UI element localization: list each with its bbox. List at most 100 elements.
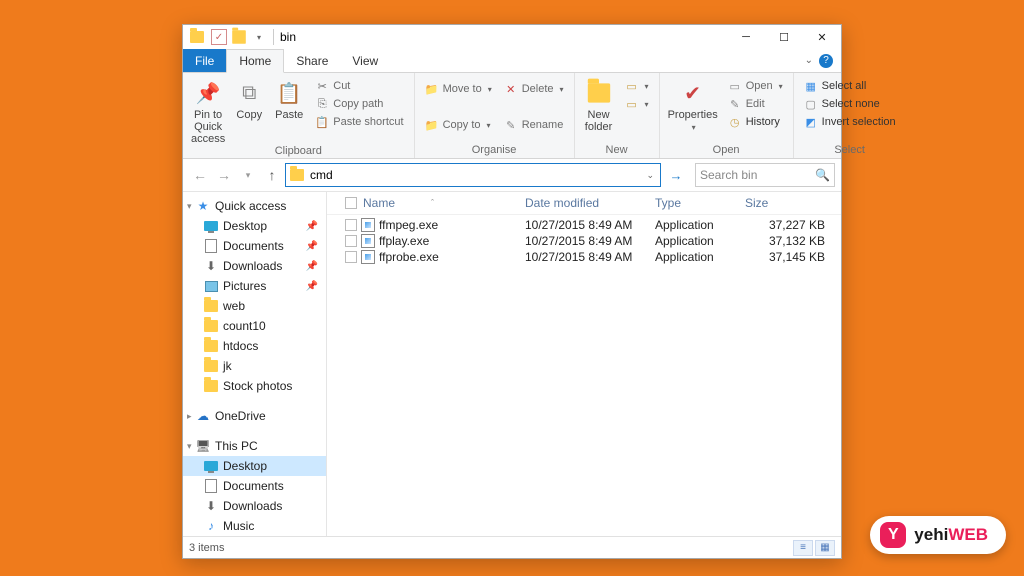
window-controls: ─ ☐ ✕	[727, 25, 841, 49]
file-size: 37,145 KB	[745, 250, 825, 264]
cloud-icon: ☁	[195, 408, 211, 424]
address-bar[interactable]: ⌄	[285, 163, 661, 187]
easy-access-button[interactable]: ▭▾	[621, 96, 653, 112]
nav-downloads[interactable]: ⬇Downloads📌	[183, 256, 326, 276]
maximize-button[interactable]: ☐	[765, 25, 803, 49]
group-label: Open	[664, 144, 789, 158]
search-box[interactable]: Search bin 🔍	[695, 163, 835, 187]
chevron-down-icon: ▾	[487, 121, 491, 130]
row-checkbox[interactable]	[345, 235, 357, 247]
move-to-button[interactable]: 📁Move to▾	[421, 81, 496, 97]
tab-view[interactable]: View	[340, 49, 390, 72]
folder-icon	[203, 318, 219, 334]
qat-new-folder-icon[interactable]	[231, 29, 247, 45]
watermark-badge: Y yehiWEB	[870, 516, 1006, 554]
back-button[interactable]: ←	[189, 163, 211, 187]
chevron-down-icon: ▾	[779, 82, 783, 91]
rename-icon: ✎	[504, 118, 518, 132]
paste-button[interactable]: 📋 Paste	[269, 75, 309, 121]
row-checkbox[interactable]	[345, 251, 357, 263]
tab-file[interactable]: File	[183, 49, 226, 72]
nav-documents[interactable]: Documents📌	[183, 236, 326, 256]
delete-button[interactable]: ✕Delete▾	[500, 81, 568, 97]
select-all-icon: ▦	[804, 79, 818, 93]
qat-dropdown-icon[interactable]: ▾	[251, 29, 267, 45]
new-folder-button[interactable]: New folder	[579, 75, 619, 133]
nav-desktop[interactable]: Desktop📌	[183, 216, 326, 236]
file-row[interactable]: ffplay.exe 10/27/2015 8:49 AM Applicatio…	[327, 233, 841, 249]
copy-to-button[interactable]: 📁Copy to▾	[421, 117, 496, 133]
new-item-button[interactable]: ▭▾	[621, 78, 653, 94]
copy-to-icon: 📁	[425, 118, 439, 132]
close-button[interactable]: ✕	[803, 25, 841, 49]
paste-shortcut-button[interactable]: 📋Paste shortcut	[311, 114, 407, 130]
explorer-window: ✓ ▾ bin ─ ☐ ✕ File Home Share View ⌄ ? 📌	[182, 24, 842, 559]
group-label: Organise	[419, 144, 570, 158]
copy-button[interactable]: ⧉ Copy	[229, 75, 269, 121]
nav-downloads-pc[interactable]: ⬇Downloads	[183, 496, 326, 516]
history-button[interactable]: ◷History	[724, 114, 787, 130]
pin-to-quick-access-button[interactable]: 📌 Pin to Quick access	[187, 75, 229, 145]
minimize-button[interactable]: ─	[727, 25, 765, 49]
nav-count10[interactable]: count10	[183, 316, 326, 336]
view-large-icons-button[interactable]: ▦	[815, 540, 835, 556]
nav-web[interactable]: web	[183, 296, 326, 316]
recent-locations-button[interactable]: ▾	[237, 163, 259, 187]
open-button[interactable]: ▭Open▾	[724, 78, 787, 94]
titlebar: ✓ ▾ bin ─ ☐ ✕	[183, 25, 841, 49]
music-icon: ♪	[203, 518, 219, 534]
expand-icon[interactable]: ▸	[187, 411, 192, 422]
column-name: Nameˆ	[345, 196, 525, 210]
cut-icon: ✂	[315, 79, 329, 93]
ribbon-collapse-icon[interactable]: ⌄	[805, 55, 813, 66]
column-type: Type	[655, 196, 745, 210]
nav-this-pc[interactable]: ▾🖥This PC	[183, 436, 326, 456]
move-to-icon: 📁	[425, 82, 439, 96]
expand-icon[interactable]: ▾	[187, 201, 192, 212]
nav-music[interactable]: ♪Music	[183, 516, 326, 536]
cut-button[interactable]: ✂Cut	[311, 78, 407, 94]
nav-quick-access[interactable]: ▾★Quick access	[183, 196, 326, 216]
select-none-button[interactable]: ▢Select none	[800, 96, 900, 112]
help-icon[interactable]: ?	[819, 54, 833, 68]
nav-desktop-pc[interactable]: Desktop	[183, 456, 326, 476]
rename-button[interactable]: ✎Rename	[500, 117, 568, 133]
row-checkbox[interactable]	[345, 219, 357, 231]
sort-indicator: ˆ	[431, 198, 434, 208]
paste-icon: 📋	[274, 79, 304, 107]
documents-icon	[203, 478, 219, 494]
up-button[interactable]: ↑	[261, 163, 283, 187]
tab-home[interactable]: Home	[226, 49, 284, 73]
nav-stock-photos[interactable]: Stock photos	[183, 376, 326, 396]
open-icon: ▭	[728, 79, 742, 93]
file-row[interactable]: ffmpeg.exe 10/27/2015 8:49 AM Applicatio…	[327, 217, 841, 233]
column-headers[interactable]: Nameˆ Date modified Type Size	[327, 192, 841, 215]
forward-button[interactable]: →	[213, 163, 235, 187]
expand-icon[interactable]: ▾	[187, 441, 192, 452]
nav-pictures[interactable]: Pictures📌	[183, 276, 326, 296]
view-details-button[interactable]: ≡	[793, 540, 813, 556]
address-dropdown-icon[interactable]: ⌄	[640, 170, 660, 181]
search-icon: 🔍	[815, 168, 830, 182]
nav-htdocs[interactable]: htdocs	[183, 336, 326, 356]
go-button[interactable]: →	[665, 163, 687, 187]
properties-button[interactable]: ✔ Properties ▾	[664, 75, 722, 134]
nav-jk[interactable]: jk	[183, 356, 326, 376]
tab-share[interactable]: Share	[284, 49, 340, 72]
file-row[interactable]: ffprobe.exe 10/27/2015 8:49 AM Applicati…	[327, 249, 841, 265]
nav-documents-pc[interactable]: Documents	[183, 476, 326, 496]
pin-icon: 📌	[306, 221, 322, 232]
address-input[interactable]	[308, 168, 640, 182]
qat-properties-icon[interactable]: ✓	[211, 29, 227, 45]
new-item-icon: ▭	[625, 79, 639, 93]
edit-icon: ✎	[728, 97, 742, 111]
invert-selection-button[interactable]: ◩Invert selection	[800, 114, 900, 130]
edit-button[interactable]: ✎Edit	[724, 96, 787, 112]
copy-path-button[interactable]: ⎘Copy path	[311, 96, 407, 112]
select-all-button[interactable]: ▦Select all	[800, 78, 900, 94]
ribbon: 📌 Pin to Quick access ⧉ Copy 📋 Paste ✂Cu…	[183, 73, 841, 159]
chevron-down-icon: ▾	[645, 82, 649, 91]
chevron-down-icon: ▾	[645, 100, 649, 109]
nav-onedrive[interactable]: ▸☁OneDrive	[183, 406, 326, 426]
select-all-checkbox[interactable]	[345, 197, 357, 209]
